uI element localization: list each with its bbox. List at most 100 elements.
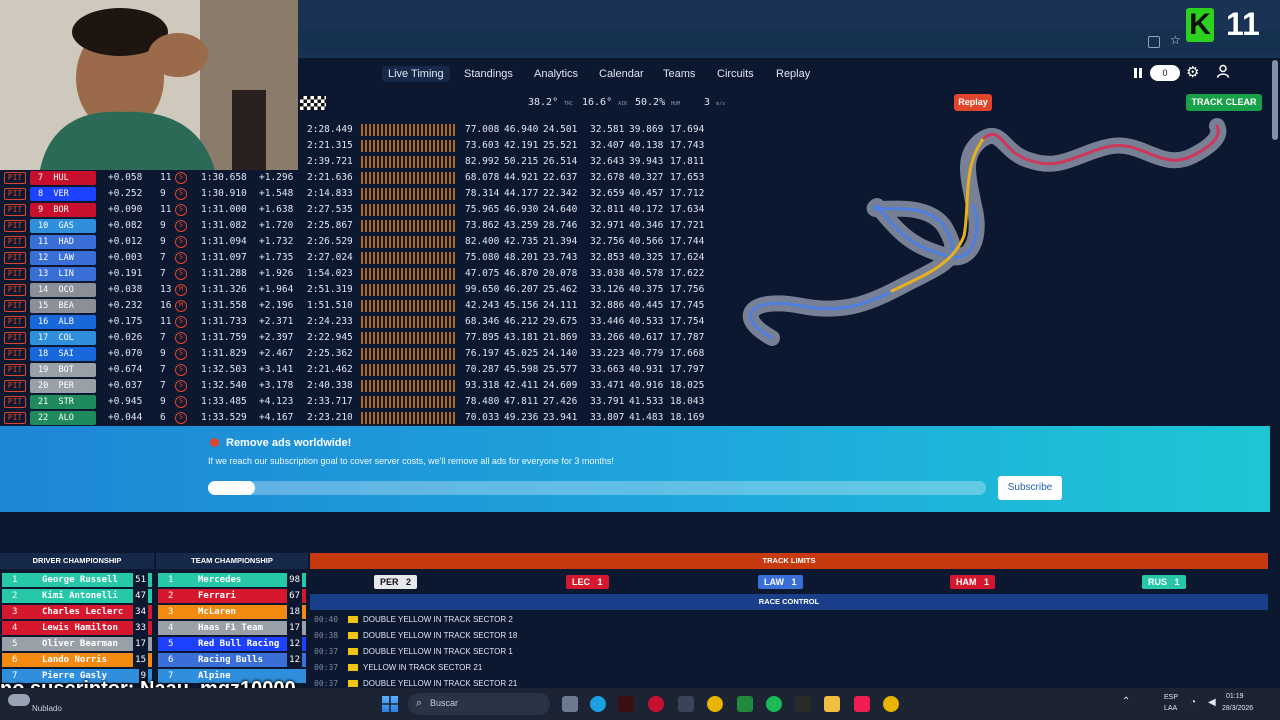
timing-row[interactable]: PIT 11 HAD +0.012 9 S 1:31.094 +1.732 2:26.529 8… <box>0 234 712 250</box>
tiktok-icon[interactable] <box>854 696 870 712</box>
timing-row[interactable]: PIT 10 GAS +0.082 9 S 1:31.082 +1.720 2:25.867 7… <box>0 218 712 234</box>
sector-time: 23.941 <box>543 412 578 423</box>
pit-badge: PIT <box>4 316 26 328</box>
tyre-icon: M <box>175 284 187 296</box>
wifi-icon[interactable]: ◔ <box>1190 697 1196 708</box>
timing-row[interactable]: PIT 7 HUL +0.058 11 S 1:30.658 +1.296 2:21.636 6… <box>0 170 712 186</box>
page-scrollbar[interactable] <box>1272 60 1278 140</box>
clock-time[interactable]: 01:19 <box>1226 693 1244 700</box>
chrome-icon-2[interactable] <box>883 696 899 712</box>
laps-on-tyre: 16 <box>160 300 172 311</box>
sector-time: 78.480 <box>465 396 500 407</box>
sector-time: 24.111 <box>543 300 578 311</box>
subscribe-button[interactable]: Subscribe <box>998 476 1062 500</box>
driver-tag[interactable]: 17 COL <box>30 331 96 345</box>
last-lap: 2:21.315 <box>307 140 353 151</box>
driver-tag[interactable]: 21 STR <box>30 395 96 409</box>
championship-row: 3 McLaren 18 <box>158 605 306 619</box>
sector-time: 17.744 <box>670 236 705 247</box>
sector-time: 32.407 <box>590 140 625 151</box>
pit-badge: PIT <box>4 236 26 248</box>
tyre-icon: S <box>175 188 187 200</box>
language-primary[interactable]: ESP <box>1164 694 1178 701</box>
driver-tag[interactable]: 18 SAI <box>30 347 96 361</box>
driver-tag[interactable]: 15 BEA <box>30 299 96 313</box>
last-lap: 1:54.023 <box>307 268 353 279</box>
translate-icon[interactable] <box>1148 36 1160 48</box>
sector-time: 33.223 <box>590 348 625 359</box>
sector-time: 39.943 <box>629 156 664 167</box>
driver-tag[interactable]: 9 BOR <box>30 203 96 217</box>
track-map <box>712 116 1268 426</box>
app-icon-2[interactable] <box>648 696 664 712</box>
speaker-icon[interactable]: ◀ <box>1208 697 1216 708</box>
nav-analytics[interactable]: Analytics <box>528 66 584 82</box>
driver-tag[interactable]: 12 LAW <box>30 251 96 265</box>
timing-row[interactable]: PIT 13 LIN +0.191 7 S 1:31.288 +1.926 1:54.023 4… <box>0 266 712 282</box>
driver-tag[interactable]: 16 ALB <box>30 315 96 329</box>
driver-tag[interactable]: 14 OCO <box>30 283 96 297</box>
language-secondary[interactable]: LAA <box>1164 705 1177 712</box>
folder-icon[interactable] <box>824 696 840 712</box>
nav-circuits[interactable]: Circuits <box>711 66 760 82</box>
gap: +0.191 <box>108 268 143 279</box>
xbox-icon[interactable] <box>737 696 753 712</box>
nav-teams[interactable]: Teams <box>657 66 701 82</box>
chevron-up-icon[interactable]: ⌃ <box>1122 696 1130 707</box>
target-icon <box>210 438 219 447</box>
pause-icon[interactable] <box>1134 68 1142 78</box>
nav-calendar[interactable]: Calendar <box>593 66 650 82</box>
timing-row[interactable]: PIT 15 BEA +0.232 16 M 1:31.558 +2.196 1:51.510… <box>0 298 712 314</box>
edge-icon[interactable] <box>590 696 606 712</box>
timing-row[interactable]: PIT 8 VER +0.252 9 S 1:30.910 +1.548 2:14.833 78… <box>0 186 712 202</box>
timing-row[interactable]: PIT 17 COL +0.026 7 S 1:31.759 +2.397 2:22.945 7… <box>0 330 712 346</box>
driver-tag[interactable]: 7 HUL <box>30 171 96 185</box>
nav-standings[interactable]: Standings <box>458 66 519 82</box>
driver-tag[interactable]: 11 HAD <box>30 235 96 249</box>
sector-time: 22.637 <box>543 172 578 183</box>
chrome-icon[interactable] <box>707 696 723 712</box>
timing-row[interactable]: PIT 22 ALO +0.044 6 S 1:33.529 +4.167 2:23.210 7… <box>0 410 712 426</box>
spotify-icon[interactable] <box>766 696 782 712</box>
windows-start-icon[interactable] <box>382 696 398 712</box>
timing-row[interactable]: PIT 18 SAI +0.070 9 S 1:31.829 +2.467 2:25.362 7… <box>0 346 712 362</box>
capcut-icon[interactable] <box>795 696 811 712</box>
replay-button[interactable]: Replay <box>954 94 992 111</box>
driver-tag[interactable]: 13 LIN <box>30 267 96 281</box>
address-bar[interactable]: ☆ <box>298 30 1280 54</box>
task-view-icon[interactable] <box>562 696 578 712</box>
driver-tag[interactable]: 22 ALO <box>30 411 96 425</box>
timing-row[interactable]: PIT 16 ALB +0.175 11 S 1:31.733 +2.371 2:24.233… <box>0 314 712 330</box>
obs-icon[interactable] <box>678 696 694 712</box>
clock-date[interactable]: 28/3/2026 <box>1222 705 1253 712</box>
pit-badge: PIT <box>4 172 26 184</box>
gear-icon[interactable]: ⚙ <box>1186 63 1199 81</box>
driver-championship-list: 1 George Russell 51 2 Kimi Antonelli 47 3 Charl… <box>0 572 154 683</box>
driver-tag[interactable]: 8 VER <box>30 187 96 201</box>
timing-row[interactable]: PIT 12 LAW +0.003 7 S 1:31.097 +1.735 2:27.024 7… <box>0 250 712 266</box>
driver-tag[interactable]: 20 PER <box>30 379 96 393</box>
timing-row[interactable]: PIT 14 OCO +0.038 13 M 1:31.326 +1.964 2:51.319… <box>0 282 712 298</box>
sector-time: 43.259 <box>504 220 539 231</box>
nav-live-timing[interactable]: Live Timing <box>382 66 450 82</box>
driver-tag[interactable]: 10 GAS <box>30 219 96 233</box>
star-icon[interactable]: ☆ <box>1170 33 1181 47</box>
driver-tag[interactable]: 19 BOT <box>30 363 96 377</box>
app-icon-1[interactable] <box>618 696 634 712</box>
pit-badge: PIT <box>4 396 26 408</box>
tyre-icon: S <box>175 220 187 232</box>
gap: +0.044 <box>108 412 143 423</box>
sector-time: 22.342 <box>543 188 578 199</box>
user-icon[interactable] <box>1216 64 1230 78</box>
timing-row[interactable]: PIT 20 PER +0.037 7 S 1:32.540 +3.178 2:40.338 9… <box>0 378 712 394</box>
delay-counter[interactable]: 0 <box>1150 65 1180 81</box>
timing-row[interactable]: PIT 21 STR +0.945 9 S 1:33.485 +4.123 2:33.717 7… <box>0 394 712 410</box>
nav-replay[interactable]: Replay <box>770 66 816 82</box>
sector-time: 77.895 <box>465 332 500 343</box>
timing-row[interactable]: PIT 9 BOR +0.090 11 S 1:31.000 +1.638 2:27.535 7… <box>0 202 712 218</box>
sector-time: 41.483 <box>629 412 664 423</box>
laps-on-tyre: 7 <box>160 252 166 263</box>
track-limits-title: TRACK LIMITS <box>310 553 1268 569</box>
taskbar-search[interactable]: ⌕ Buscar <box>408 693 550 715</box>
timing-row[interactable]: PIT 19 BOT +0.674 7 S 1:32.503 +3.141 2:21.462 7… <box>0 362 712 378</box>
